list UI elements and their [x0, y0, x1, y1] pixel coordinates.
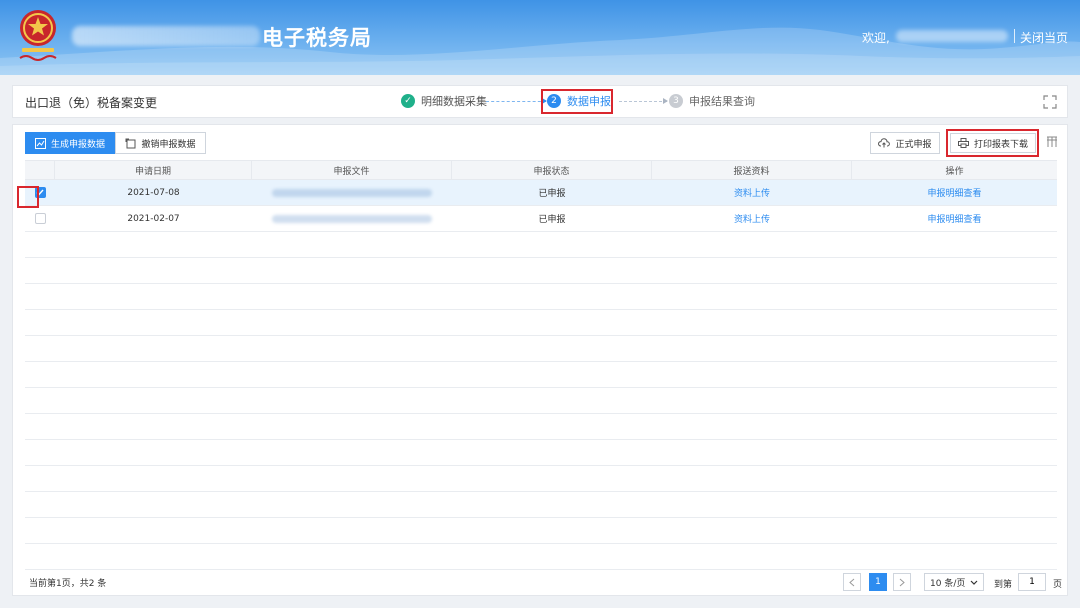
welcome-text: 欢迎,: [862, 31, 890, 45]
view-details-link[interactable]: 申报明细查看: [852, 180, 1057, 205]
empty-row: [25, 440, 1057, 466]
step-connector: [486, 101, 546, 102]
declaration-file-cell: [252, 180, 452, 205]
chevron-right-icon: [899, 578, 905, 586]
page-title: 出口退（免）税备案变更: [25, 96, 158, 110]
check-circle-icon: ✓: [401, 94, 415, 108]
undo-icon: [125, 138, 136, 148]
formal-declaration-button[interactable]: 正式申报: [870, 132, 940, 154]
empty-row: [25, 414, 1057, 440]
empty-row: [25, 310, 1057, 336]
highlight-box-checkbox: [17, 186, 39, 208]
step-result-query[interactable]: 3 申报结果查询: [669, 93, 755, 109]
view-details-link[interactable]: 申报明细查看: [852, 206, 1057, 231]
step-connector: [619, 101, 667, 102]
status-cell: 已申报: [538, 215, 566, 225]
step-label: 明细数据采集: [421, 95, 487, 108]
page-size-value: 10 条/页: [930, 578, 966, 589]
apply-date-cell: 2021-07-08: [127, 187, 180, 198]
revoke-declaration-button[interactable]: 撤销申报数据: [115, 132, 206, 154]
goto-page-input[interactable]: [1018, 573, 1046, 591]
empty-row: [25, 518, 1057, 544]
page-number-button[interactable]: 1: [869, 573, 887, 591]
app-header: 电子税务局 欢迎, 关闭当页: [0, 0, 1080, 75]
button-label: 正式申报: [895, 139, 932, 150]
file-name-blurred: [272, 214, 432, 223]
chart-icon: [34, 137, 46, 149]
empty-row: [25, 284, 1057, 310]
title-step-bar: 出口退（免）税备案变更 ✓ 明细数据采集 2 数据申报 3 申报结果查询: [12, 85, 1068, 118]
step-label: 申报结果查询: [689, 95, 755, 108]
upload-materials-link[interactable]: 资料上传: [652, 180, 852, 205]
highlight-box-step: [541, 89, 613, 114]
highlight-box-print: [946, 129, 1039, 157]
column-header[interactable]: 申请日期: [55, 161, 252, 179]
empty-row: [25, 336, 1057, 362]
row-checkbox[interactable]: [34, 213, 46, 224]
empty-row: [25, 388, 1057, 414]
prev-page-button[interactable]: [843, 573, 861, 591]
upload-materials-link[interactable]: 资料上传: [652, 206, 852, 231]
button-label: 撤销申报数据: [141, 139, 196, 150]
table-header: 申请日期 申报文件 申报状态 报送资料 操作: [25, 160, 1057, 180]
arrow-right-icon: [663, 98, 668, 104]
column-header[interactable]: 申报状态: [452, 161, 652, 179]
empty-row: [25, 258, 1057, 284]
declaration-table: 申请日期 申报文件 申报状态 报送资料 操作 2021-07-08 已申报 资料…: [25, 160, 1057, 570]
generate-declaration-button[interactable]: 生成申报数据: [25, 132, 115, 154]
fullscreen-icon[interactable]: [1043, 95, 1057, 109]
empty-row: [25, 544, 1057, 570]
column-header[interactable]: 申报文件: [252, 161, 452, 179]
page-info: 当前第1页，共2 条: [29, 579, 107, 589]
step-number-badge: 3: [669, 94, 683, 108]
step-detail-collection[interactable]: ✓ 明细数据采集: [401, 93, 487, 109]
goto-suffix: 页: [1053, 580, 1063, 590]
button-label: 生成申报数据: [50, 139, 105, 150]
brand-name-blurred: [72, 26, 260, 46]
goto-label: 到第: [994, 580, 1013, 590]
declaration-file-cell: [252, 206, 452, 231]
cloud-upload-icon: [878, 138, 891, 148]
close-page-link[interactable]: 关闭当页: [1020, 29, 1068, 46]
page-size-select[interactable]: 10 条/页: [924, 573, 984, 591]
table-row[interactable]: 2021-02-07 已申报 资料上传 申报明细查看: [25, 206, 1057, 232]
apply-date-cell: 2021-02-07: [127, 213, 180, 224]
table-row[interactable]: 2021-07-08 已申报 资料上传 申报明细查看: [25, 180, 1057, 206]
status-cell: 已申报: [538, 189, 566, 199]
column-header[interactable]: 操作: [852, 161, 1057, 179]
user-name-blurred: [896, 30, 1008, 42]
empty-row: [25, 362, 1057, 388]
main-panel: 生成申报数据 撤销申报数据 正式申报 打印报表下载 申请日期 申报文件 申报状态…: [12, 124, 1068, 596]
brand-title: 电子税务局: [262, 26, 372, 50]
empty-row: [25, 492, 1057, 518]
file-name-blurred: [272, 188, 432, 197]
tax-emblem-icon: [19, 10, 57, 61]
column-settings-icon[interactable]: [1046, 136, 1058, 148]
header-divider: [1014, 29, 1015, 43]
column-header[interactable]: 报送资料: [652, 161, 852, 179]
header-checkbox-cell: [25, 161, 55, 179]
chevron-down-icon: [970, 580, 978, 585]
empty-row: [25, 232, 1057, 258]
chevron-left-icon: [849, 578, 855, 586]
next-page-button[interactable]: [893, 573, 911, 591]
empty-row: [25, 466, 1057, 492]
